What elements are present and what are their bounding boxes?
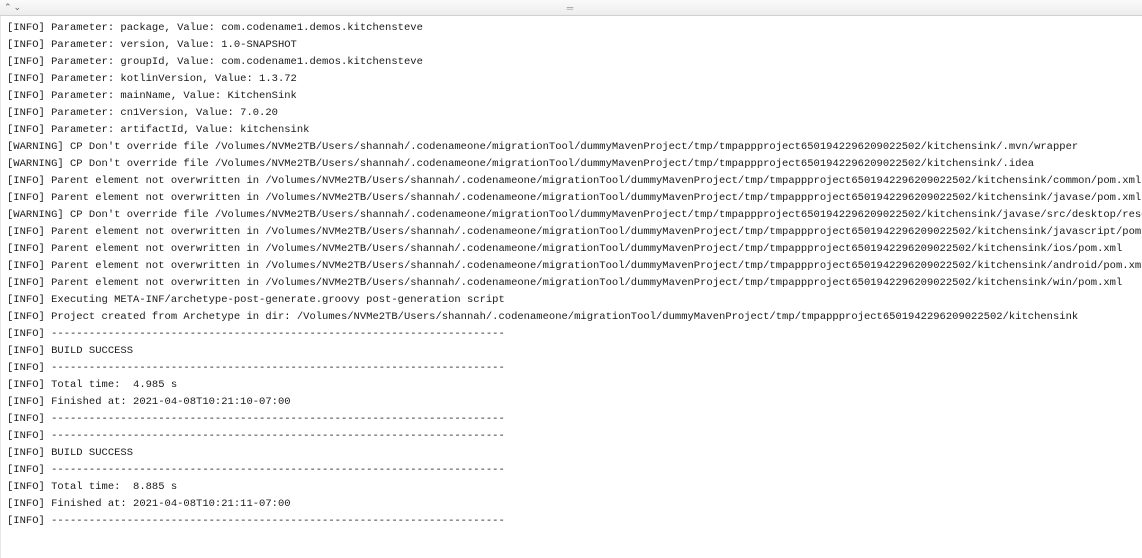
- log-line: [INFO] ---------------------------------…: [7, 326, 1136, 343]
- log-line: [INFO] Project created from Archetype in…: [7, 309, 1136, 326]
- scroll-down-icon[interactable]: ⌄: [14, 2, 22, 13]
- console-output: [INFO] Parameter: package, Value: com.co…: [1, 16, 1142, 534]
- console-scroll-area[interactable]: [INFO] Parameter: package, Value: com.co…: [0, 16, 1142, 558]
- log-line: [INFO] Parameter: mainName, Value: Kitch…: [7, 88, 1136, 105]
- log-line: [INFO] Parameter: package, Value: com.co…: [7, 20, 1136, 37]
- log-line: [INFO] Total time: 8.885 s: [7, 479, 1136, 496]
- log-line: [WARNING] CP Don't override file /Volume…: [7, 139, 1136, 156]
- log-line: [WARNING] CP Don't override file /Volume…: [7, 156, 1136, 173]
- log-line: [INFO] Parameter: kotlinVersion, Value: …: [7, 71, 1136, 88]
- log-line: [INFO] Parameter: cn1Version, Value: 7.0…: [7, 105, 1136, 122]
- log-line: [INFO] ---------------------------------…: [7, 428, 1136, 445]
- log-line: [INFO] Parent element not overwritten in…: [7, 258, 1136, 275]
- log-line: [INFO] Parent element not overwritten in…: [7, 224, 1136, 241]
- console-toolbar: ⌃ ⌄ ═: [0, 0, 1142, 16]
- scroll-up-icon[interactable]: ⌃: [4, 2, 12, 13]
- log-line: [INFO] Executing META-INF/archetype-post…: [7, 292, 1136, 309]
- log-line: [INFO] ---------------------------------…: [7, 411, 1136, 428]
- log-line: [INFO] Parameter: groupId, Value: com.co…: [7, 54, 1136, 71]
- log-line: [INFO] Parent element not overwritten in…: [7, 173, 1136, 190]
- log-line: [WARNING] CP Don't override file /Volume…: [7, 207, 1136, 224]
- log-line: [INFO] BUILD SUCCESS: [7, 343, 1136, 360]
- log-line: [INFO] Parameter: artifactId, Value: kit…: [7, 122, 1136, 139]
- log-line: [INFO] Finished at: 2021-04-08T10:21:11-…: [7, 496, 1136, 513]
- log-line: [INFO] ---------------------------------…: [7, 513, 1136, 530]
- log-line: [INFO] Parent element not overwritten in…: [7, 275, 1136, 292]
- log-line: [INFO] ---------------------------------…: [7, 462, 1136, 479]
- log-line: [INFO] ---------------------------------…: [7, 360, 1136, 377]
- log-line: [INFO] Parameter: version, Value: 1.0-SN…: [7, 37, 1136, 54]
- log-line: [INFO] Total time: 4.985 s: [7, 377, 1136, 394]
- log-line: [INFO] Finished at: 2021-04-08T10:21:10-…: [7, 394, 1136, 411]
- resize-handle-icon[interactable]: ═: [567, 3, 575, 13]
- log-line: [INFO] BUILD SUCCESS: [7, 445, 1136, 462]
- log-line: [INFO] Parent element not overwritten in…: [7, 190, 1136, 207]
- log-line: [INFO] Parent element not overwritten in…: [7, 241, 1136, 258]
